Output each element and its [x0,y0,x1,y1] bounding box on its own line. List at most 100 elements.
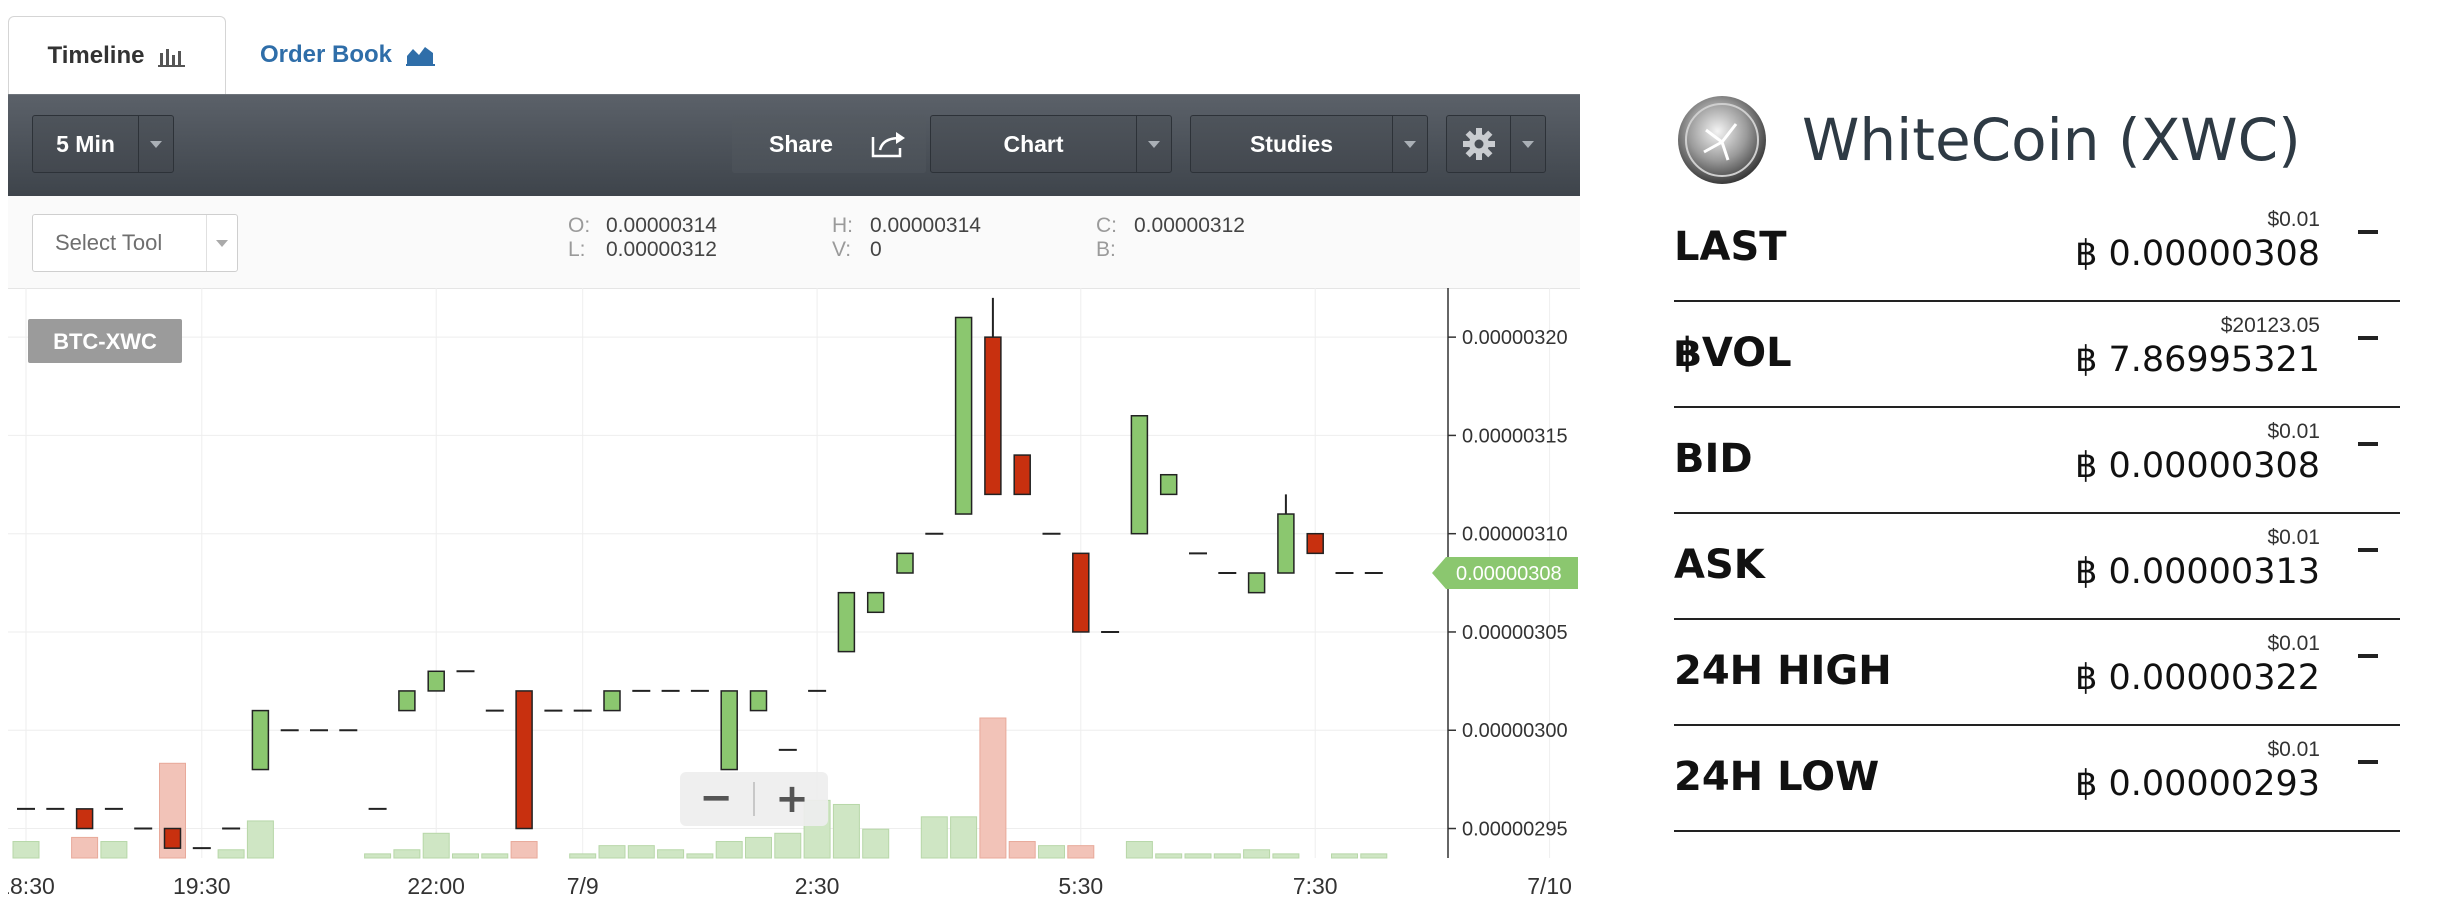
candle-body[interactable] [398,690,416,712]
chart-type-dropdown[interactable]: Chart [930,115,1172,173]
volume-bar [510,841,538,859]
stat-name: 24H LOW [1674,754,1880,800]
volume-bar [862,828,890,859]
studies-dropdown[interactable]: Studies [1190,115,1428,173]
volume-bar [920,816,948,859]
x-tick-label: 2:30 [795,873,840,899]
coin-header: WhiteCoin (XWC) [1676,80,2416,200]
collapse-icon[interactable] [2358,442,2378,446]
price-chart[interactable]: 0.00000320 0.00000315 0.00000310 0.00000305… [0,288,1580,918]
stat-row-bid: BID $0.01 ฿ 0.00000308 [1674,408,2400,514]
chart-tabs: Timeline Order Book [8,16,1578,95]
ohlc-close-b: C: 0.00000312 B: [1096,214,1245,262]
volume-bar [393,849,421,859]
stat-row-24h-high: 24H HIGH $0.01 ฿ 0.00000322 [1674,620,2400,726]
y-tick-label: 0.00000305 [1462,622,1568,644]
candle-body[interactable] [954,316,973,515]
candle-body[interactable] [163,827,182,849]
stat-btc: ฿ 0.00000308 [2075,446,2320,486]
candle-body[interactable] [720,690,738,771]
volume-bar [745,836,772,859]
tab-timeline[interactable]: Timeline [8,16,226,95]
share-icon [871,132,905,158]
stat-name: 24H HIGH [1674,648,1892,694]
stat-usd: $0.01 [2267,208,2320,231]
ohlc-high-volume: H: 0.00000314 V: 0 [832,214,981,262]
volume-bar [774,832,802,859]
y-tick-label: 0.00000300 [1462,720,1568,742]
zoom-in-button[interactable]: + [775,776,809,822]
candle-body[interactable] [1159,473,1178,496]
ohlc-open-key: O: [568,214,591,237]
stat-btc: ฿ 0.00000293 [2075,764,2320,804]
tab-order-book[interactable]: Order Book [260,16,436,94]
candle-body[interactable] [515,690,533,830]
chart-toolbar: 5 Min Share Chart Studies [8,94,1580,196]
candle-body[interactable] [603,690,621,712]
chevron-down-icon [206,215,237,271]
volume-bar [832,803,860,859]
candle-body[interactable] [1306,532,1324,555]
chevron-down-icon [1510,116,1545,172]
candle-body[interactable] [866,591,885,614]
ohlc-open-value: 0.00000314 [606,214,717,237]
candle-body[interactable] [984,336,1002,496]
ohlc-low-key: L: [568,238,586,261]
stat-usd: $0.01 [2267,738,2320,761]
collapse-icon[interactable] [2358,760,2378,764]
x-tick-label: 19:30 [173,873,231,899]
volume-bar [715,841,743,859]
stat-row-24h-low: 24H LOW $0.01 ฿ 0.00000293 [1674,726,2400,832]
volume-bar [452,853,479,859]
stat-btc: ฿ 7.86995321 [2075,340,2320,380]
share-button[interactable]: Share [732,115,926,173]
ohlc-bar: Select Tool O: 0.00000314 L: 0.00000312 H:… [8,196,1580,289]
stat-name: BID [1674,436,1753,482]
x-tick-label: 7/10 [1527,873,1572,899]
y-tick-label: 0.00000310 [1462,524,1568,546]
candle-body[interactable] [1013,454,1031,496]
x-tick-label: 7/9 [567,873,599,899]
chevron-down-icon [1136,116,1171,172]
current-price-label: 0.00000308 [1456,563,1562,585]
settings-dropdown[interactable] [1446,115,1546,173]
ohlc-b-key: B: [1096,238,1116,261]
share-label: Share [769,130,833,157]
candle-body[interactable] [1277,513,1295,574]
stat-row-volume: ฿VOL $20123.05 ฿ 7.86995321 [1674,302,2400,408]
ohlc-volume-key: V: [832,238,852,261]
volume-bar [1184,853,1212,859]
collapse-icon[interactable] [2358,654,2378,658]
stat-btc: ฿ 0.00000308 [2075,234,2320,274]
tab-timeline-label: Timeline [47,42,145,69]
volume-bar [686,853,714,859]
y-tick-label: 0.00000315 [1462,425,1568,447]
candle-body[interactable] [75,808,94,830]
collapse-icon[interactable] [2358,230,2378,234]
candle-body[interactable] [427,670,445,692]
interval-dropdown[interactable]: 5 Min [32,115,174,173]
candlestick-chart[interactable]: 0.00000320 0.00000315 0.00000310 0.00000305… [0,288,1580,918]
candle-body[interactable] [749,690,768,712]
volume-bar [12,841,40,859]
candle-body[interactable] [1072,552,1090,633]
zoom-out-button[interactable]: − [699,775,733,821]
candle-body[interactable] [896,552,914,574]
select-tool-dropdown[interactable]: Select Tool [32,214,238,272]
volume-bar [1038,845,1065,859]
collapse-icon[interactable] [2358,336,2378,340]
volume-bar [627,845,655,859]
stat-btc: ฿ 0.00000313 [2075,552,2320,592]
candle-body[interactable] [1247,572,1266,594]
tab-order-book-label: Order Book [260,41,393,68]
chart-type-label: Chart [1003,130,1064,157]
candle-body[interactable] [251,709,270,771]
candle-body[interactable] [837,591,856,653]
collapse-icon[interactable] [2358,548,2378,552]
bar-chart-icon [158,49,186,67]
ohlc-close-value: 0.00000312 [1134,214,1245,237]
ohlc-low-value: 0.00000312 [606,238,717,261]
stat-usd: $0.01 [2267,632,2320,655]
candle-body[interactable] [1130,415,1149,535]
volume-bar [481,853,509,859]
